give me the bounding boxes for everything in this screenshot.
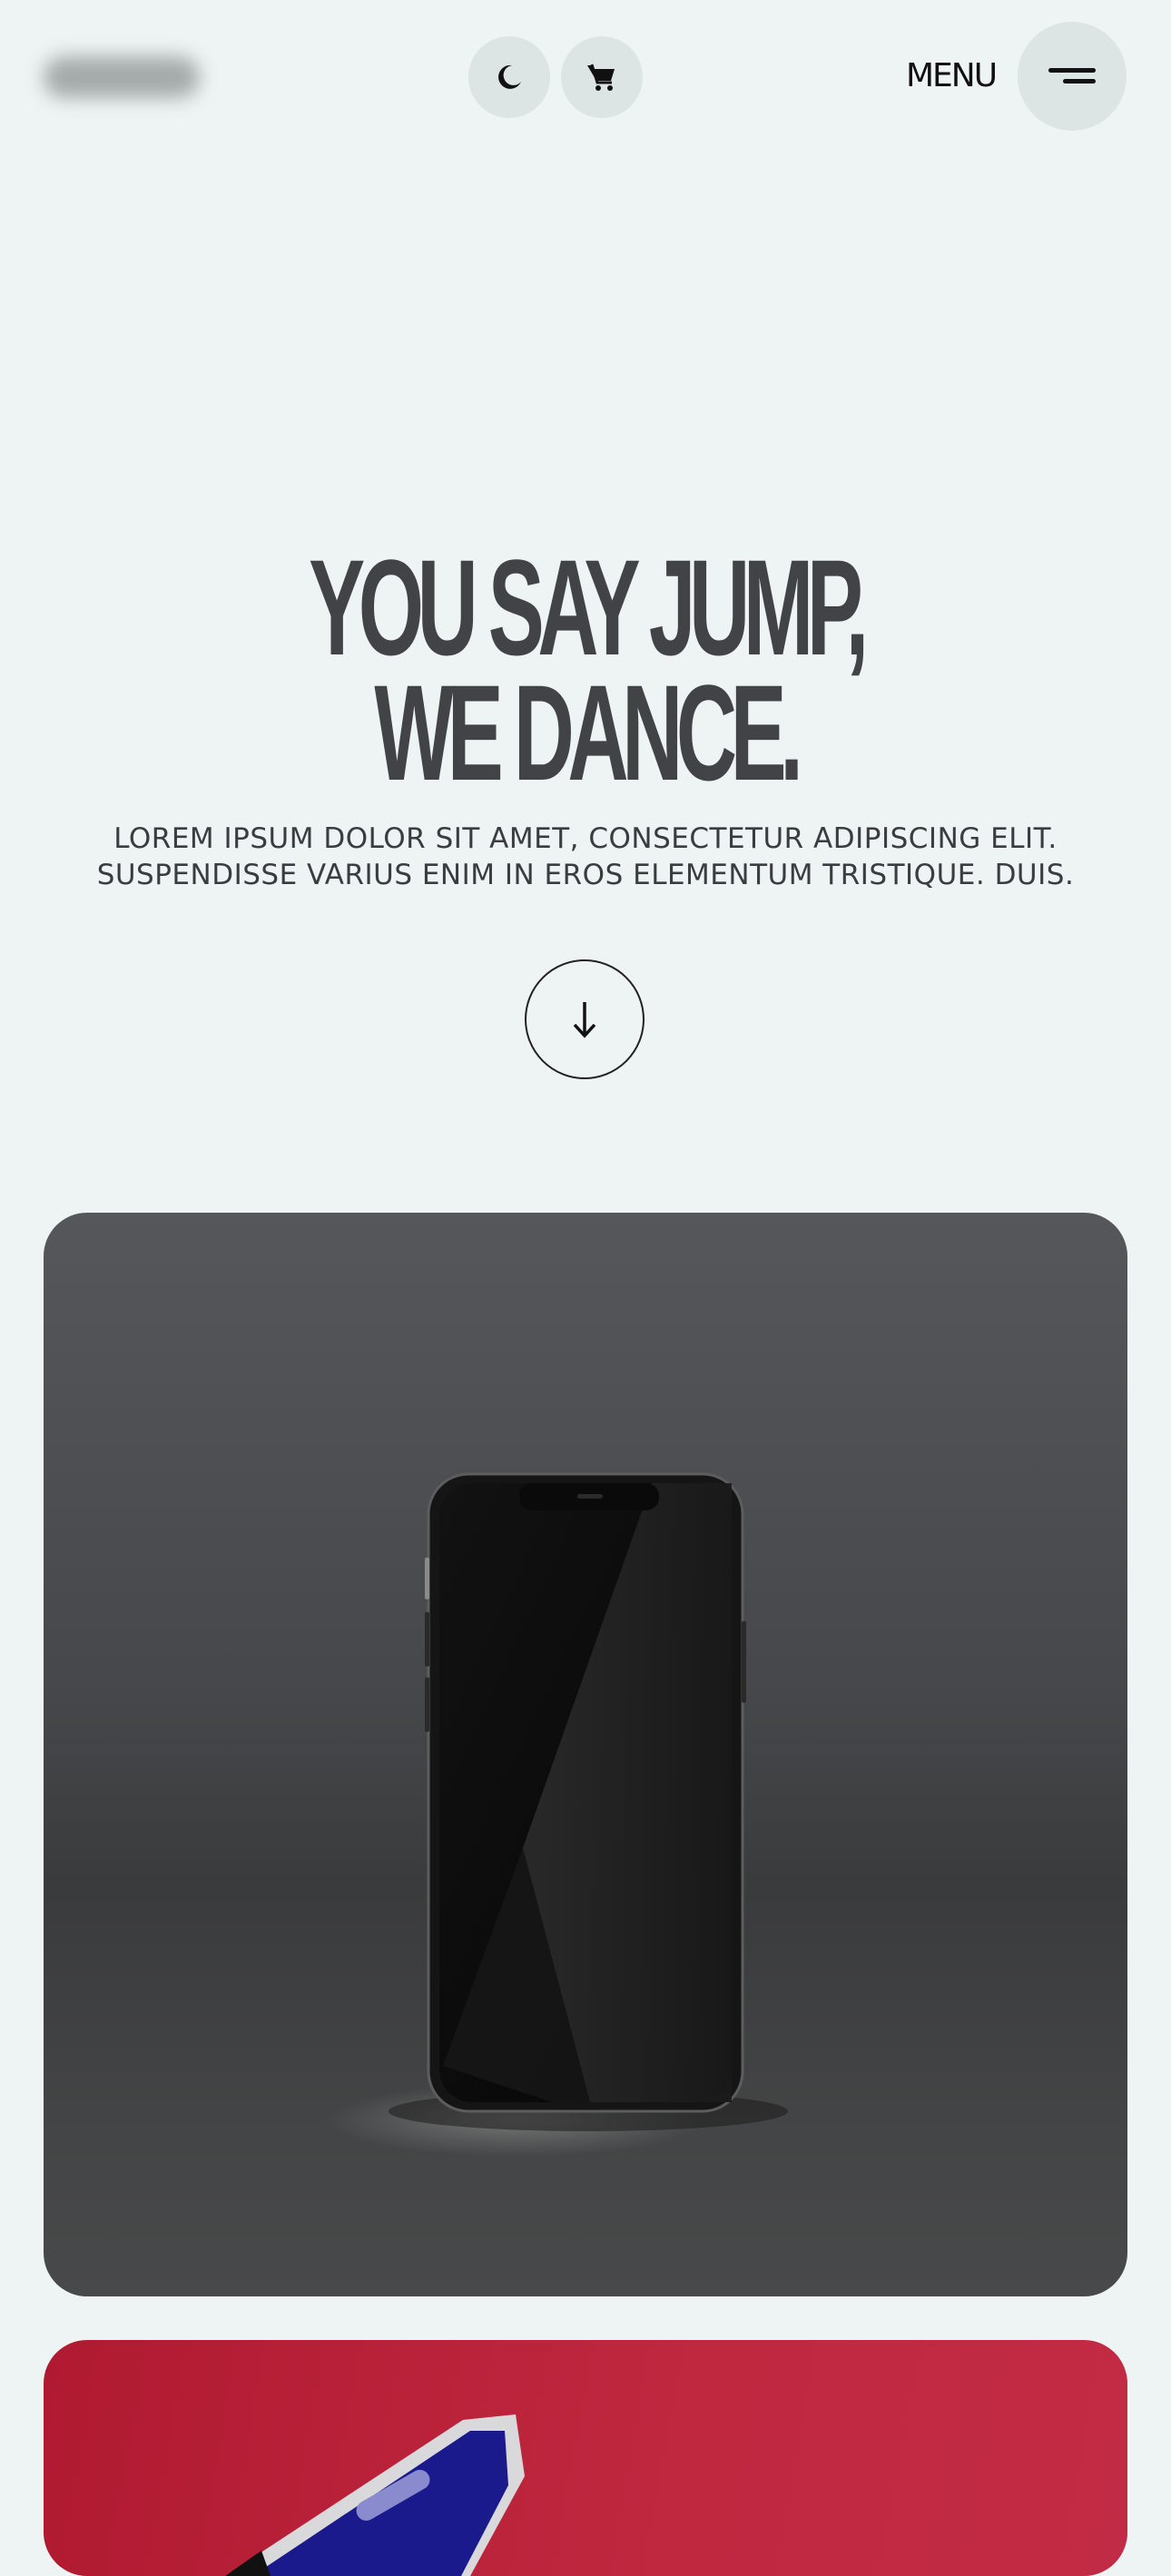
- phone-on-red-image: [225, 2414, 525, 2576]
- site-header: MENU: [0, 0, 1171, 154]
- cart-icon: [587, 64, 615, 91]
- promo-image-card[interactable]: [44, 2340, 1127, 2576]
- moon-icon: [498, 64, 521, 89]
- cart-button[interactable]: [561, 36, 643, 118]
- hero-headline: YOU SAY JUMP, WE DANCE.: [222, 531, 949, 809]
- scroll-down-button[interactable]: [525, 959, 645, 1079]
- theme-toggle-button[interactable]: [468, 36, 550, 118]
- menu-label[interactable]: MENU: [906, 56, 998, 96]
- subtitle-line-1: LOREM IPSUM DOLOR SIT AMET, CONSECTETUR …: [113, 822, 1058, 855]
- subtitle-line-2: SUSPENDISSE VARIUS ENIM IN EROS ELEMENTU…: [96, 859, 1075, 891]
- arrow-down-icon: [573, 1002, 596, 1038]
- headline-line-1: YOU SAY JUMP,: [309, 531, 869, 683]
- hamburger-icon: [1048, 68, 1096, 84]
- hero-subtitle: LOREM IPSUM DOLOR SIT AMET, CONSECTETUR …: [0, 821, 1171, 893]
- menu-button[interactable]: [1018, 22, 1127, 131]
- smartphone-image: [325, 1472, 788, 2157]
- hero-section: YOU SAY JUMP, WE DANCE. LOREM IPSUM DOLO…: [0, 531, 1171, 893]
- headline-line-2: WE DANCE.: [374, 656, 803, 809]
- logo[interactable]: [44, 56, 200, 98]
- product-image-card[interactable]: [44, 1213, 1127, 2296]
